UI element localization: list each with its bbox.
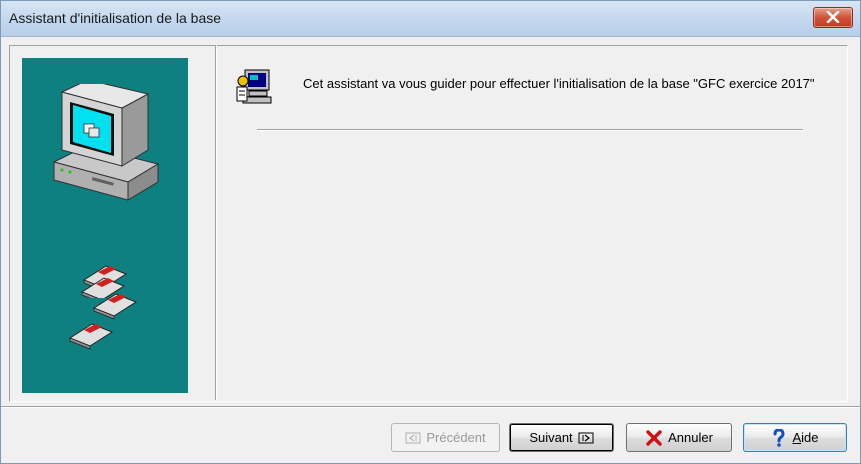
wizard-computer-icon (236, 69, 272, 104)
red-x-icon (646, 429, 662, 446)
header-separator (257, 129, 803, 131)
button-bar-separator (1, 406, 860, 408)
intro-text: Cet assistant va vous guider pour effect… (303, 76, 815, 91)
close-button[interactable] (813, 7, 853, 28)
cancel-button-label: Annuler (668, 430, 713, 445)
next-button-label: Suivant (529, 430, 573, 445)
previous-button[interactable]: Précédent (391, 423, 500, 452)
help-button-label: Aide (792, 430, 819, 445)
cancel-button[interactable]: Annuler (626, 423, 732, 452)
close-icon (826, 11, 840, 23)
title-bar[interactable]: Assistant d'initialisation de la base (1, 1, 860, 37)
panel-divider (215, 45, 217, 400)
computer-icon (52, 84, 160, 201)
wizard-panel: Cet assistant va vous guider pour effect… (9, 45, 852, 406)
floppy-disk-icon (68, 323, 114, 350)
next-arrow-icon (578, 432, 594, 443)
previous-arrow-icon (405, 432, 421, 443)
floppy-disk-icon (92, 293, 138, 320)
question-mark-icon (773, 428, 785, 447)
side-illustration (22, 58, 188, 393)
next-button[interactable]: Suivant (509, 423, 614, 452)
wizard-dialog: Assistant d'initialisation de la base Ce… (0, 0, 861, 464)
window-title: Assistant d'initialisation de la base (9, 10, 222, 26)
help-button[interactable]: Aide (743, 423, 847, 452)
previous-button-label: Précédent (426, 430, 486, 445)
